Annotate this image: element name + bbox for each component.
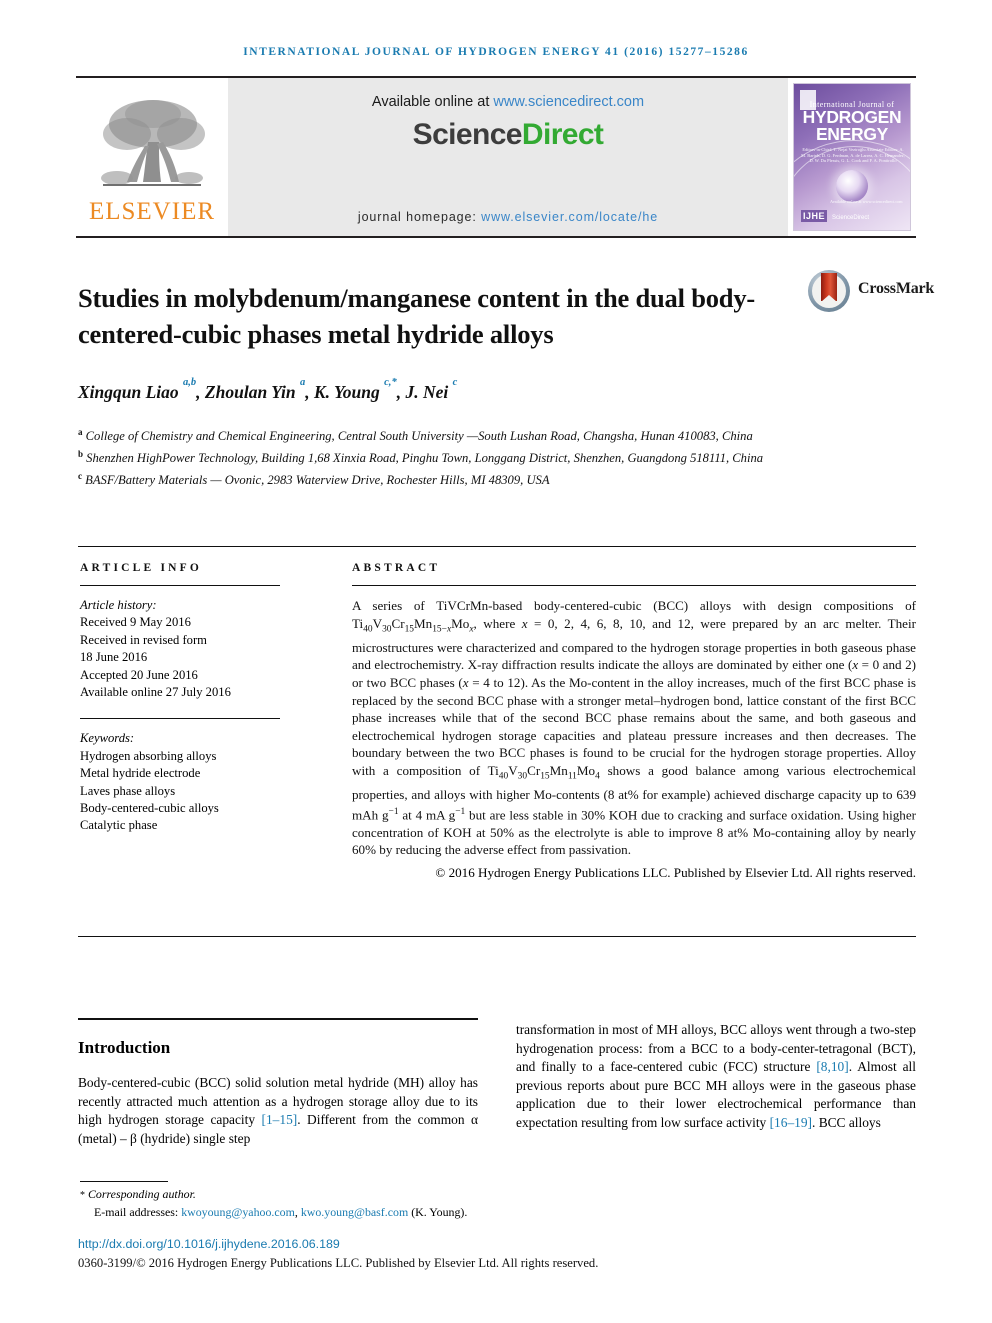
affiliation-a-text: College of Chemistry and Chemical Engine… [85,429,753,444]
doi-link[interactable]: http://dx.doi.org/10.1016/j.ijhydene.201… [78,1237,340,1251]
available-online-line: Available online at www.sciencedirect.co… [372,94,644,110]
journal-masthead: ELSEVIER Available online at www.science… [76,76,916,238]
keyword-item: Laves phase alloys [80,783,176,798]
article-history-item: Available online 27 July 2016 [80,685,231,700]
email-line: E-mail addresses: kwoyoung@yahoo.com, kw… [94,1205,468,1219]
body-column-left: Introduction Body-centered-cubic (BCC) s… [78,1026,478,1162]
corresponding-author-text: Corresponding author. [87,1187,196,1201]
affiliation-list: a College of Chemistry and Chemical Engi… [78,424,838,489]
article-history-item: Received 9 May 2016 [80,615,191,630]
cover-title-line2: HYDROGEN ENERGY [802,107,902,144]
email-link-2[interactable]: kwo.young@basf.com [301,1205,408,1219]
article-history-block: Article history: Received 9 May 2016 Rec… [80,597,280,701]
author-1: Xingqun Liao a,b [78,377,197,402]
sciencedirect-logo-science: Science [412,118,523,151]
abstract-band-top-rule [78,546,916,547]
affiliation-a: a College of Chemistry and Chemical Engi… [78,427,753,444]
journal-cover-image: International Journal of HYDROGEN ENERGY… [793,83,911,231]
keyword-item: Body-centered-cubic alloys [80,801,219,816]
affiliation-b-text: Shenzhen HighPower Technology, Building … [86,450,764,465]
introduction-rule [78,1018,478,1020]
running-head: International Journal of Hydrogen Energy… [243,46,749,58]
footnote-rule [80,1181,168,1182]
journal-homepage-line: journal homepage: www.elsevier.com/locat… [228,210,788,224]
asterisk-icon: * [80,1190,85,1201]
cover-bottom-note: Available online at www.sciencedirect.co… [830,199,903,204]
elsevier-tree-icon [93,94,211,198]
corresponding-author-note: * Corresponding author. [80,1186,510,1204]
page-title: Studies in molybdenum/manganese content … [78,282,755,349]
author-list: Xingqun Liao a,b, Zhoulan Yin a, K. Youn… [78,377,458,402]
footnote-block: * Corresponding author. E-mail addresses… [80,1186,510,1220]
sciencedirect-logo-direct: Direct [521,118,604,151]
journal-cover-block: International Journal of HYDROGEN ENERGY… [788,78,916,236]
affiliation-c: c BASF/Battery Materials — Ovonic, 2983 … [78,470,550,487]
available-online-text: Available online at [371,94,494,110]
abstract-column: ABSTRACT A series of TiVCrMn-based body-… [352,562,916,881]
author-2: Zhoulan Yin a [204,377,306,402]
introduction-heading: Introduction [78,1038,171,1057]
sciencedirect-panel: Available online at www.sciencedirect.co… [228,78,788,236]
crossmark-label: CrossMark [858,280,935,297]
article-info-column: ARTICLE INFO Article history: Received 9… [80,562,280,835]
affiliation-c-text: BASF/Battery Materials — Ovonic, 2983 Wa… [85,472,550,487]
keyword-item: Hydrogen absorbing alloys [80,748,217,763]
journal-homepage-link[interactable]: www.elsevier.com/locate/he [481,210,658,224]
article-first-page: International Journal of Hydrogen Energy… [0,0,992,1323]
abstract-rule [352,585,916,586]
keywords-label: Keywords: [80,731,135,746]
sciencedirect-link[interactable]: www.sciencedirect.com [493,94,644,110]
article-history-item: 18 June 2016 [80,650,148,665]
keyword-item: Catalytic phase [80,818,158,833]
journal-homepage-label: journal homepage: [357,210,482,224]
crossmark-badge[interactable]: CrossMark [808,268,934,318]
email-owner: (K. Young). [411,1205,468,1219]
citation-ref[interactable]: [8,10] [816,1059,848,1074]
article-history-label: Article history: [80,598,157,612]
article-history-item: Received in revised form [80,632,207,647]
cover-orb-graphic [836,170,868,202]
abstract-text: A series of TiVCrMn-based body-centered-… [352,598,916,858]
email-link-1[interactable]: kwoyoung@yahoo.com [181,1205,295,1219]
cover-sciencedirect-mark: ScienceDirect [832,215,870,221]
elsevier-wordmark: ELSEVIER [88,198,216,225]
keyword-item: Metal hydride electrode [80,766,201,781]
crossmark-icon [808,270,850,312]
article-history-item: Accepted 20 June 2016 [80,667,198,682]
abstract-copyright: © 2016 Hydrogen Energy Publications LLC.… [435,864,916,880]
author-4: J. Nei c [405,377,458,402]
issn-copyright-line: 0360-3199/© 2016 Hydrogen Energy Publica… [78,1256,599,1270]
introduction-paragraph-left: Body-centered-cubic (BCC) solid solution… [78,1075,479,1146]
email-label: E-mail addresses: [94,1205,179,1219]
citation-ref[interactable]: [1–15] [262,1112,298,1127]
citation-ref[interactable]: [16–19] [770,1115,812,1130]
article-info-separator [80,718,280,720]
article-info-rule [80,585,280,586]
keywords-block: Keywords: Hydrogen absorbing alloys Meta… [80,730,280,834]
abstract-heading: ABSTRACT [352,562,441,574]
cover-ijhe-badge: IJHE [801,210,828,222]
crossmark-bookmark-shape [821,273,837,302]
body-column-right: transformation in most of MH alloys, BCC… [516,1021,916,1146]
author-3: K. Young c,* [313,377,397,402]
affiliation-b: b Shenzhen HighPower Technology, Buildin… [78,448,764,465]
sciencedirect-logo: ScienceDirect [413,118,604,152]
elsevier-logo: ELSEVIER [76,78,228,236]
introduction-paragraph-right: transformation in most of MH alloys, BCC… [516,1022,916,1130]
article-info-heading: ARTICLE INFO [80,562,203,574]
abstract-band-bottom-rule [78,936,916,937]
